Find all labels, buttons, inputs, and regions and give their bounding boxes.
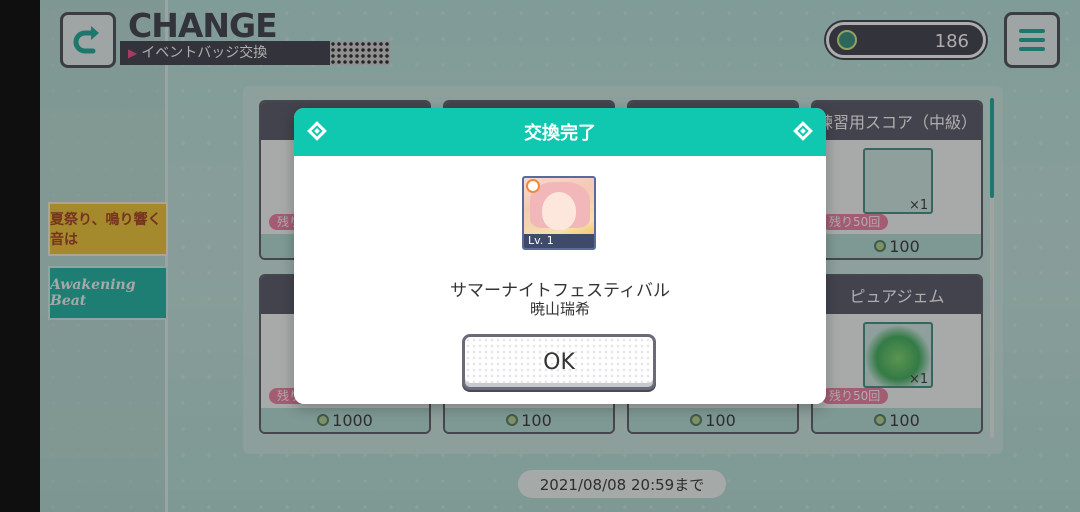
dialog-header: 交換完了	[294, 108, 826, 156]
dialog-title: 交換完了	[524, 123, 596, 144]
heart-attribute-icon	[526, 179, 540, 193]
card-level: Lv. 1	[524, 234, 594, 248]
ok-button[interactable]: OK	[462, 334, 656, 390]
card-art-face	[542, 192, 576, 230]
member-card-thumbnail: Lv. 1	[522, 176, 596, 250]
diamond-icon	[307, 121, 327, 141]
diamond-icon	[793, 121, 813, 141]
character-name: 暁山瑞希	[529, 300, 590, 318]
exchange-complete-dialog: 交換完了 Lv. 1 サマーナイトフェスティバル 暁山瑞希 OK	[294, 108, 826, 404]
